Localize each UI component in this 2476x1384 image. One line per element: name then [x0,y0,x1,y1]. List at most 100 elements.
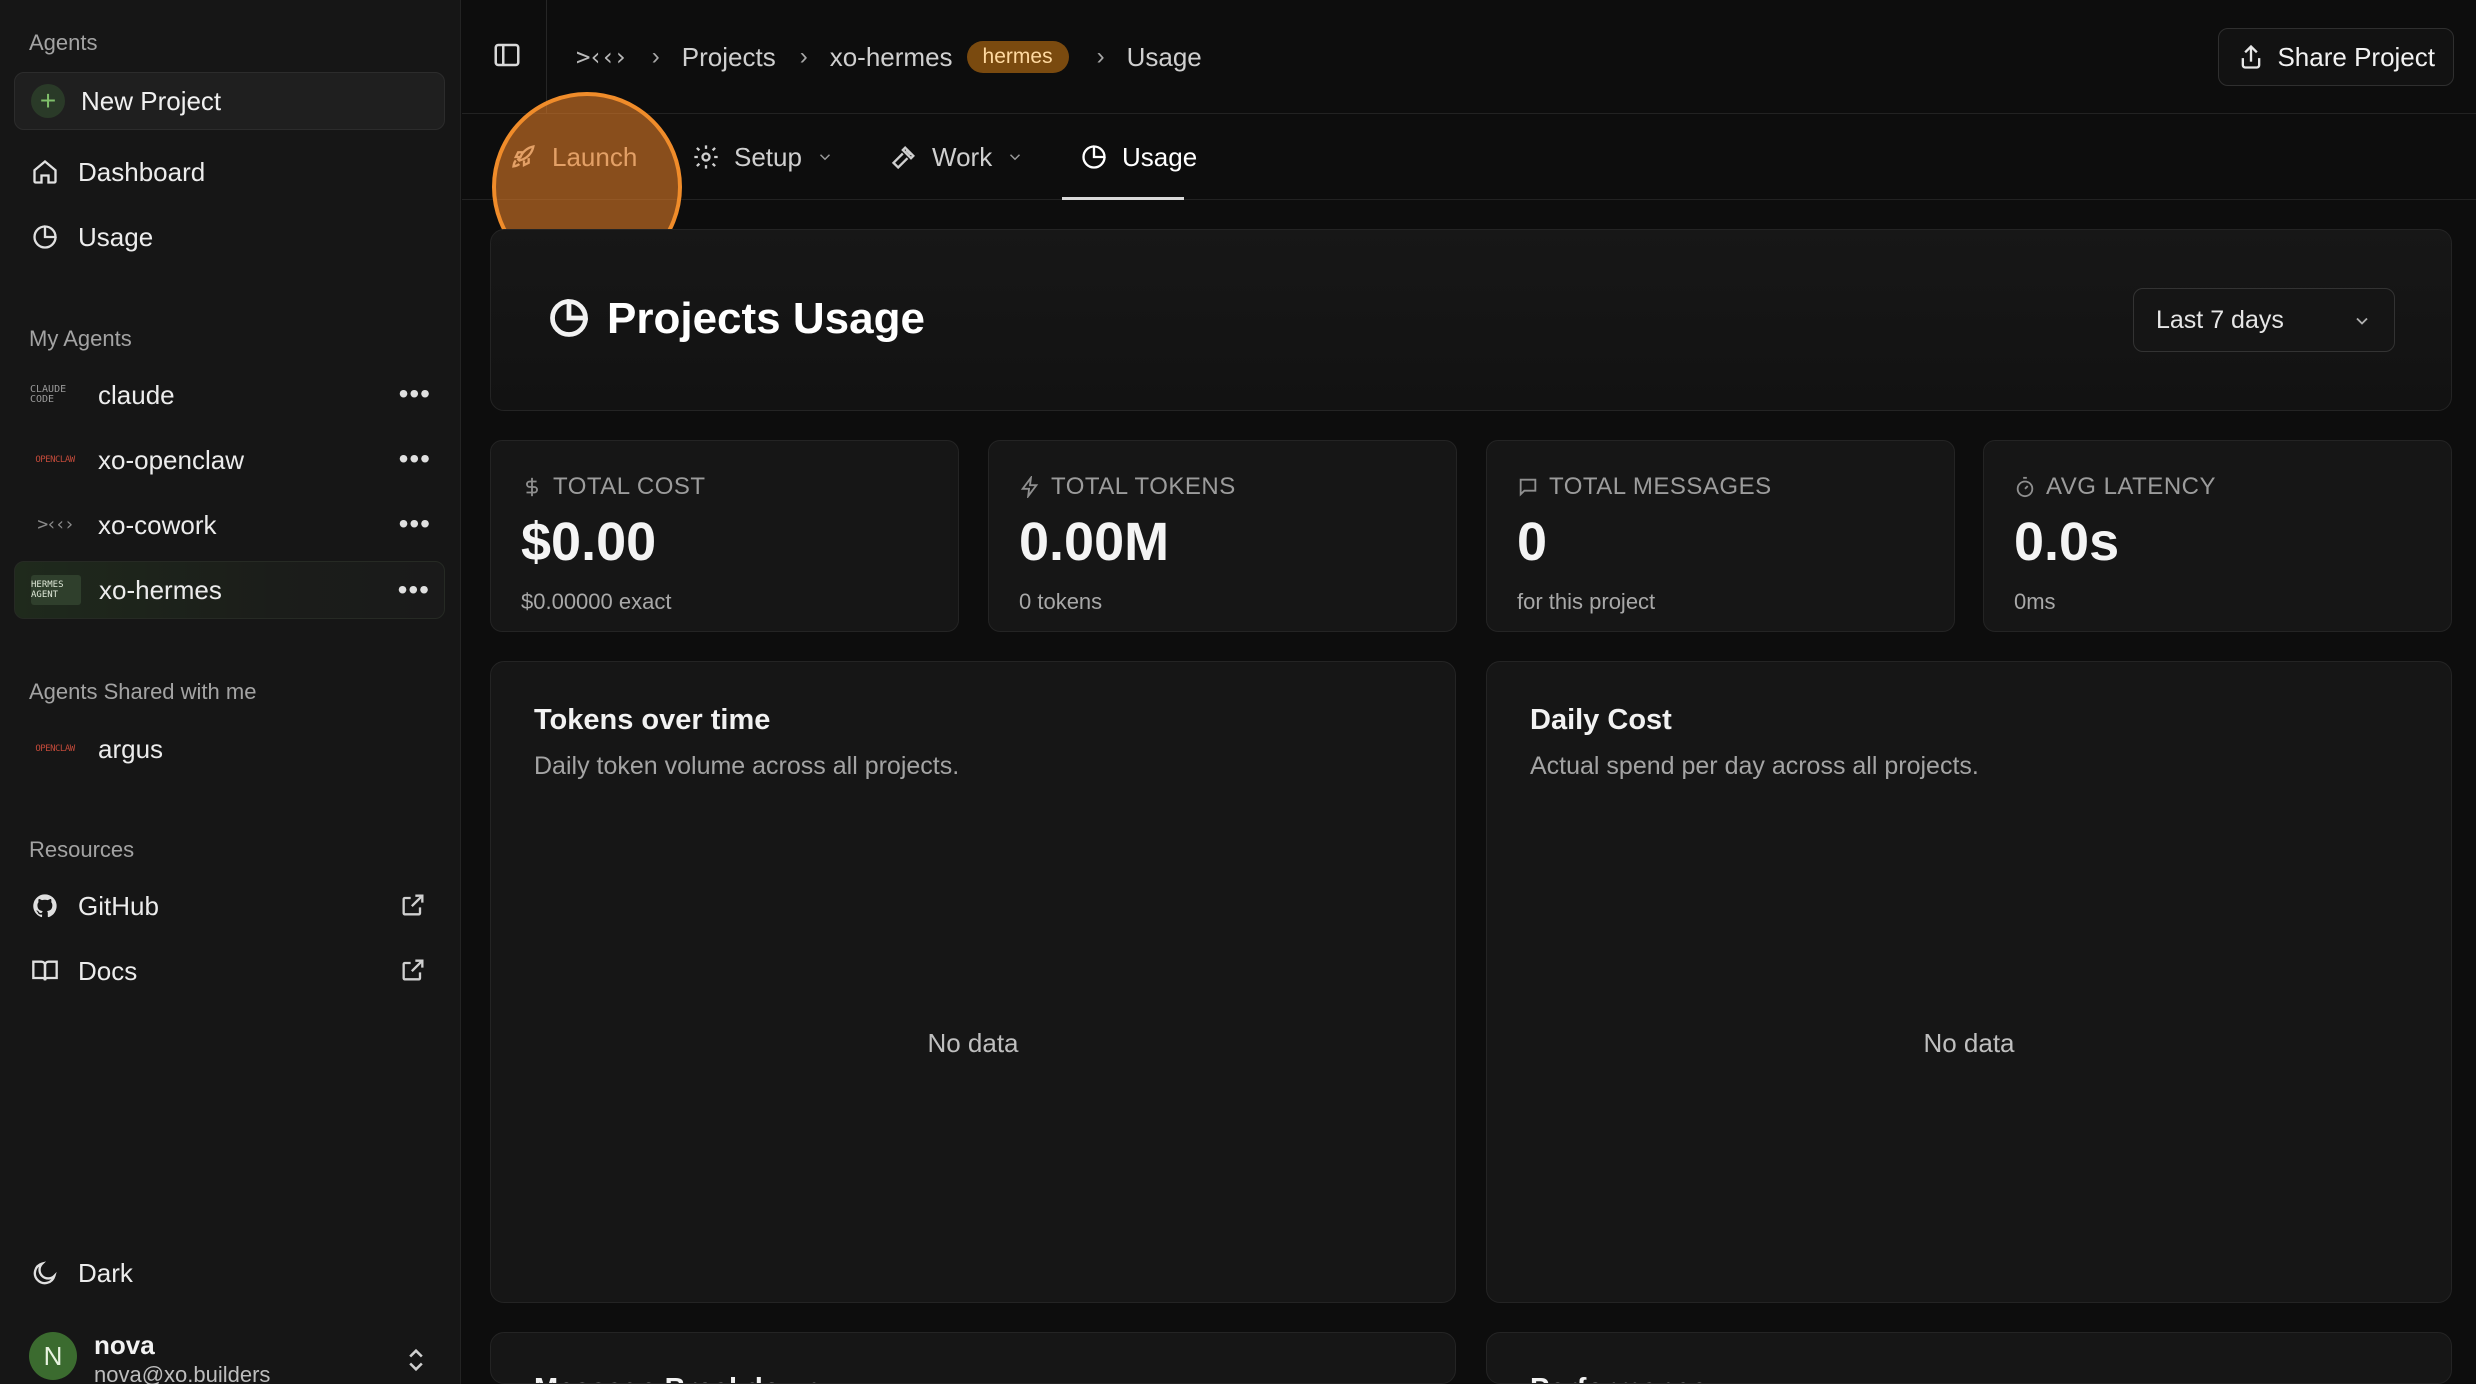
agent-label: xo-openclaw [98,444,244,475]
moon-icon [30,1258,60,1288]
agent-item-xo-openclaw[interactable]: OPENCLAW xo-openclaw ••• [14,431,445,489]
hammer-icon [891,146,915,170]
chevron-down-icon [2356,317,2368,325]
user-menu-chevrons-icon[interactable] [402,1346,430,1374]
external-link-icon [399,891,429,921]
active-tab-indicator [1062,197,1184,200]
sidebar-item-docs[interactable]: Docs [14,942,445,1000]
stat-card-total-tokens: TOTAL TOKENS 0.00M 0 tokens [988,440,1457,632]
openclaw-logo: OPENCLAW [35,455,75,465]
rocket-icon [512,145,535,168]
sidebar-item-label: GitHub [78,890,159,921]
stat-value: $0.00 [521,512,657,572]
sidebar-toggle-icon [494,43,520,67]
sidebar-item-label: Dashboard [78,156,206,187]
sidebar: Agents + New Project Dashboard Usage My … [0,0,461,1384]
user-name: nova [94,1330,155,1360]
card-title: Performance [1530,1373,1707,1383]
user-email: nova@xo.builders [94,1362,271,1384]
chevron-right-icon: › [1096,43,1105,70]
empty-state: No data [927,1028,1019,1058]
share-project-label: Share Project [2277,41,2435,72]
agents-heading: Agents [29,30,98,55]
agent-label: xo-cowork [98,509,217,540]
stat-card-total-cost: TOTAL COST $0.00 $0.00000 exact [490,440,959,632]
resources-heading: Resources [29,837,135,862]
stat-subtext: 0ms [2014,589,2056,614]
sidebar-item-label: Docs [78,955,138,986]
chevron-right-icon: › [799,43,808,70]
date-range-select[interactable]: Last 7 days [2133,288,2395,352]
performance-card: Performance [1486,1332,2452,1384]
topbar-divider [546,0,547,114]
stat-card-avg-latency: AVG LATENCY 0.0s 0ms [1983,440,2452,632]
share-project-button[interactable]: Share Project [2218,28,2454,86]
sidebar-item-github[interactable]: GitHub [14,877,445,935]
more-options-icon[interactable]: ••• [399,378,431,410]
theme-toggle[interactable]: Dark [14,1244,445,1302]
sidebar-toggle-button[interactable] [492,40,524,72]
tab-setup[interactable]: Setup [692,114,834,200]
more-options-icon[interactable]: ••• [399,508,431,540]
stat-value: 0.0s [2014,512,2120,572]
pie-chart-icon [30,222,60,252]
github-icon [30,891,60,921]
tab-label: Setup [734,141,802,172]
agent-item-xo-hermes[interactable]: HERMES AGENT xo-hermes ••• [14,561,445,619]
new-project-label: New Project [81,85,222,116]
chart-subtitle: Daily token volume across all projects. [534,752,960,780]
card-title: Message Breakdown [534,1373,821,1383]
app-logo[interactable]: >‹‹› [576,43,628,71]
breadcrumb-projects[interactable]: Projects [682,42,776,73]
stat-label: TOTAL TOKENS [1051,473,1236,500]
home-icon [30,157,60,187]
tab-work[interactable]: Work [890,114,1024,200]
agent-label: claude [98,379,175,410]
usage-header-card: Projects Usage Last 7 days [490,229,2452,411]
book-icon [30,956,60,986]
stat-label: TOTAL COST [553,473,706,500]
chart-title: Daily Cost [1530,704,1672,736]
message-icon [1519,478,1537,497]
stat-label: AVG LATENCY [2046,473,2216,500]
chevron-down-icon [1010,154,1021,161]
agent-item-xo-cowork[interactable]: >‹‹› xo-cowork ••• [14,496,445,554]
timer-icon [2016,476,2034,498]
page-title: Projects Usage [607,294,925,343]
sidebar-item-usage[interactable]: Usage [14,208,445,266]
breadcrumb: >‹‹› › Projects › xo-hermes hermes › Usa… [576,38,1226,76]
stat-label: TOTAL MESSAGES [1549,473,1772,500]
agent-item-argus[interactable]: OPENCLAW argus [14,720,445,778]
agent-label: argus [98,733,164,764]
tokens-over-time-card: Tokens over time Daily token volume acro… [490,661,1456,1303]
stat-card-total-messages: TOTAL MESSAGES 0 for this project [1486,440,1955,632]
avatar[interactable]: N [29,1332,77,1380]
shared-agents-heading: Agents Shared with me [29,679,257,704]
breadcrumb-project[interactable]: xo-hermes [830,42,953,73]
chevron-down-icon [819,154,830,161]
pie-chart-icon [547,296,593,342]
stat-subtext: $0.00000 exact [521,589,672,614]
bolt-icon [1020,476,1039,498]
hermes-agent-logo: HERMES AGENT [31,575,81,605]
agent-item-claude[interactable]: CLAUDE CODE claude ••• [14,366,445,424]
empty-state: No data [1923,1028,2015,1058]
more-options-icon[interactable]: ••• [399,443,431,475]
new-project-button[interactable]: + New Project [14,72,445,130]
xo-cowork-logo: >‹‹› [37,514,74,535]
breadcrumb-current: Usage [1126,41,1202,72]
tab-launch[interactable]: Launch [510,114,637,200]
chart-title: Tokens over time [534,704,771,736]
sidebar-item-label: Usage [78,221,154,252]
external-link-icon [399,956,429,986]
tab-label: Work [932,141,993,172]
claude-code-logo: CLAUDE CODE [30,384,67,405]
chevron-right-icon: › [651,43,660,70]
openclaw-logo: OPENCLAW [35,744,75,754]
tab-label: Launch [552,141,638,172]
theme-label: Dark [78,1257,133,1288]
sidebar-item-dashboard[interactable]: Dashboard [14,143,445,201]
stat-value: 0 [1517,512,1548,572]
tab-usage[interactable]: Usage [1080,114,1197,200]
more-options-icon[interactable]: ••• [398,574,430,606]
